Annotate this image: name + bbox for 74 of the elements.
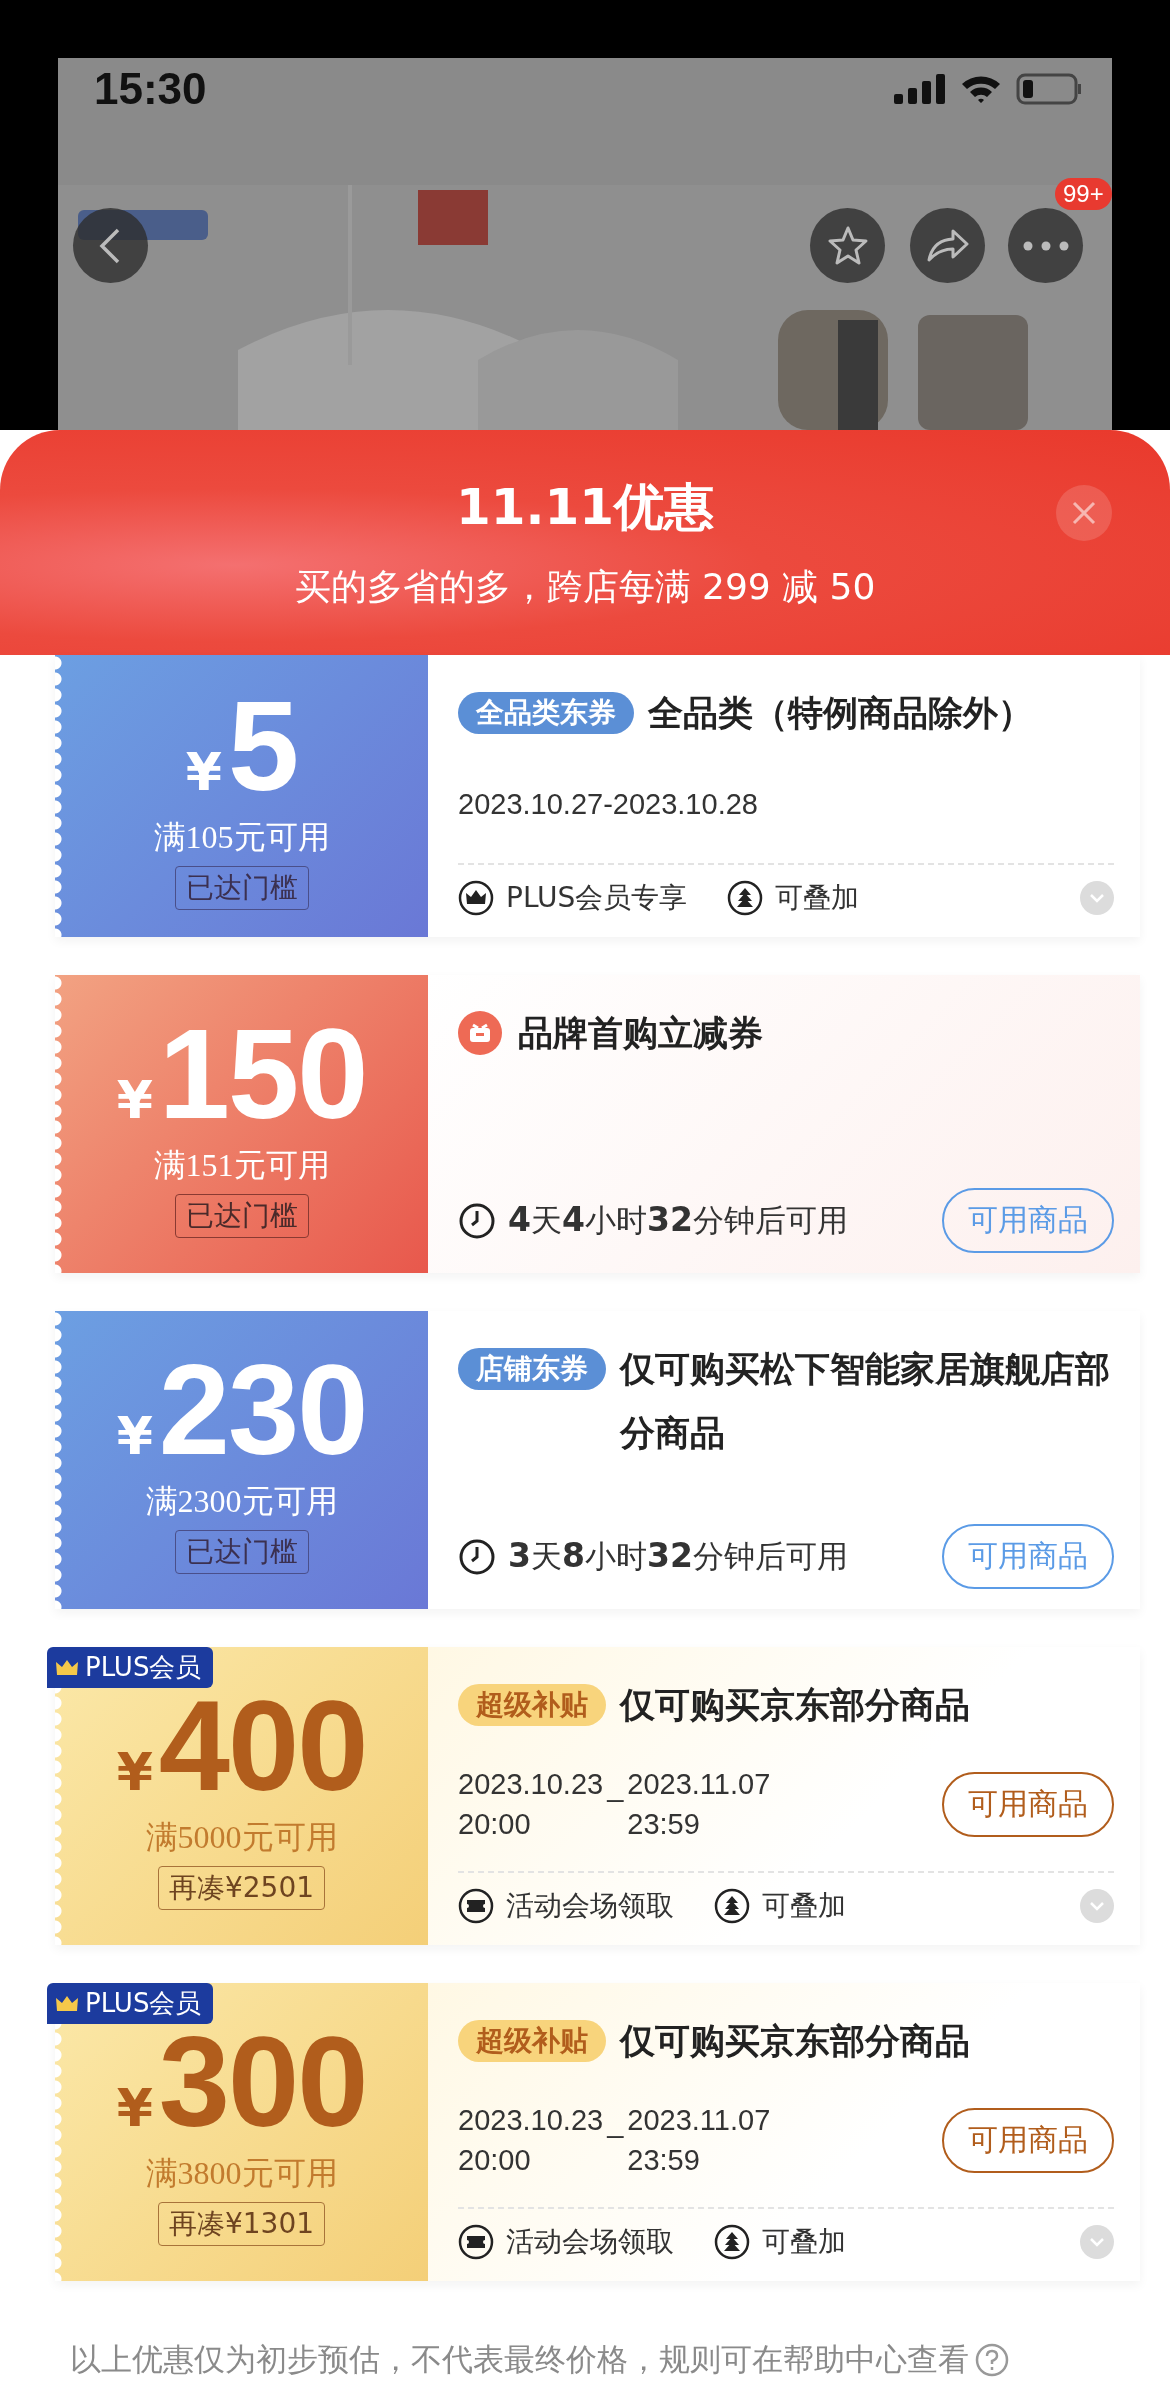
notification-badge: 99+ xyxy=(1055,178,1112,210)
threshold-label: 已达门槛 xyxy=(174,866,309,910)
clock-icon xyxy=(458,1201,496,1240)
end-time: 23:59 xyxy=(627,2143,701,2178)
coupon-type-tag: 全品类东券 xyxy=(458,692,634,734)
date-separator: _ xyxy=(607,2105,624,2140)
coupon-title: 仅可购买京东部分商品 xyxy=(620,2020,971,2063)
coupon-type-tag: 超级补贴 xyxy=(458,1684,606,1726)
threshold-label: 再凑¥1301 xyxy=(157,2202,326,2246)
battery-icon xyxy=(1016,73,1082,105)
close-icon[interactable] xyxy=(1056,485,1112,541)
start-date: 2023.10.23 xyxy=(458,1767,604,1802)
end-date: 2023.11.07 xyxy=(627,1767,771,1802)
gift-icon xyxy=(458,1011,502,1055)
currency-sign: ¥ xyxy=(116,2082,153,2134)
available-products-button[interactable]: 可用商品 xyxy=(942,1524,1114,1589)
crown-icon xyxy=(55,1658,79,1677)
feature-label: 可叠加 xyxy=(762,1888,846,1924)
promo-title: 11.11优惠 xyxy=(455,476,715,538)
promo-subtitle: 买的多省的多，跨店每满 299 减 50 xyxy=(294,564,876,609)
coupon-type-tag: 超级补贴 xyxy=(458,2020,606,2062)
coupon-title: 仅可购买松下智能家居旗舰店部分商品 xyxy=(620,1348,1111,1455)
usage-condition: 满5000元可用 xyxy=(145,1818,338,1857)
layers-icon xyxy=(727,880,764,916)
usage-condition: 满3800元可用 xyxy=(145,2154,338,2193)
feature-label: 可叠加 xyxy=(775,880,860,916)
disclaimer-text: 以上优惠仅为初步预估，不代表最终价格，规则可在帮助中心查看 xyxy=(70,2340,969,2379)
feature-label: PLUS会员专享 xyxy=(506,880,688,916)
coupon-amount: 230 xyxy=(158,1346,367,1474)
threshold-label: 再凑¥2501 xyxy=(157,1866,326,1910)
plus-member-badge: PLUS会员 xyxy=(47,1647,214,1688)
more-icon xyxy=(1022,240,1069,251)
crown-icon xyxy=(55,1994,79,2013)
ticket-icon xyxy=(458,1888,494,1924)
end-time: 23:59 xyxy=(627,1807,701,1842)
start-time: 20:00 xyxy=(458,2143,532,2178)
layers-icon xyxy=(714,2224,750,2260)
currency-sign: ¥ xyxy=(185,746,222,798)
currency-sign: ¥ xyxy=(116,1074,153,1126)
feature-label: 活动会场领取 xyxy=(506,1888,674,1924)
end-date: 2023.11.07 xyxy=(627,2103,771,2138)
wifi-icon xyxy=(960,74,1002,104)
crown-icon xyxy=(458,880,494,916)
currency-sign: ¥ xyxy=(116,1746,153,1798)
usage-condition: 满105元可用 xyxy=(153,818,330,857)
date-separator: _ xyxy=(607,1769,624,1804)
coupon-title: 品牌首购立减券 xyxy=(518,1012,764,1055)
start-date: 2023.10.23 xyxy=(458,2103,604,2138)
available-products-button[interactable]: 可用商品 xyxy=(942,2107,1114,2173)
available-products-button[interactable]: 可用商品 xyxy=(942,1188,1114,1253)
signal-icon xyxy=(894,74,946,104)
countdown-text: 4天4小时32分钟后可用 xyxy=(508,1199,848,1241)
clock-icon xyxy=(458,1537,496,1576)
available-products-button[interactable]: 可用商品 xyxy=(942,1771,1114,1837)
coupon-title: 全品类（特例商品除外） xyxy=(648,692,1034,735)
plus-member-badge: PLUS会员 xyxy=(47,1983,214,2024)
coupon-amount: 150 xyxy=(158,1010,367,1138)
validity-dates: 2023.10.27-2023.10.28 xyxy=(458,787,758,821)
usage-condition: 满2300元可用 xyxy=(145,1482,338,1521)
threshold-label: 已达门槛 xyxy=(174,1530,309,1574)
currency-sign: ¥ xyxy=(116,1410,153,1462)
start-time: 20:00 xyxy=(458,1807,532,1842)
feature-label: 可叠加 xyxy=(762,2224,846,2260)
threshold-label: 已达门槛 xyxy=(174,1194,309,1238)
countdown-text: 3天8小时32分钟后可用 xyxy=(508,1535,848,1577)
coupon-title: 仅可购买京东部分商品 xyxy=(620,1684,971,1727)
feature-label: 活动会场领取 xyxy=(506,2224,674,2260)
status-time: 15:30 xyxy=(94,64,207,114)
coupon-amount: 5 xyxy=(228,682,298,810)
ticket-icon xyxy=(458,2224,494,2260)
usage-condition: 满151元可用 xyxy=(153,1146,330,1185)
layers-icon xyxy=(714,1888,750,1924)
help-icon[interactable] xyxy=(975,2343,1009,2377)
coupon-type-tag: 店铺东券 xyxy=(458,1348,606,1390)
